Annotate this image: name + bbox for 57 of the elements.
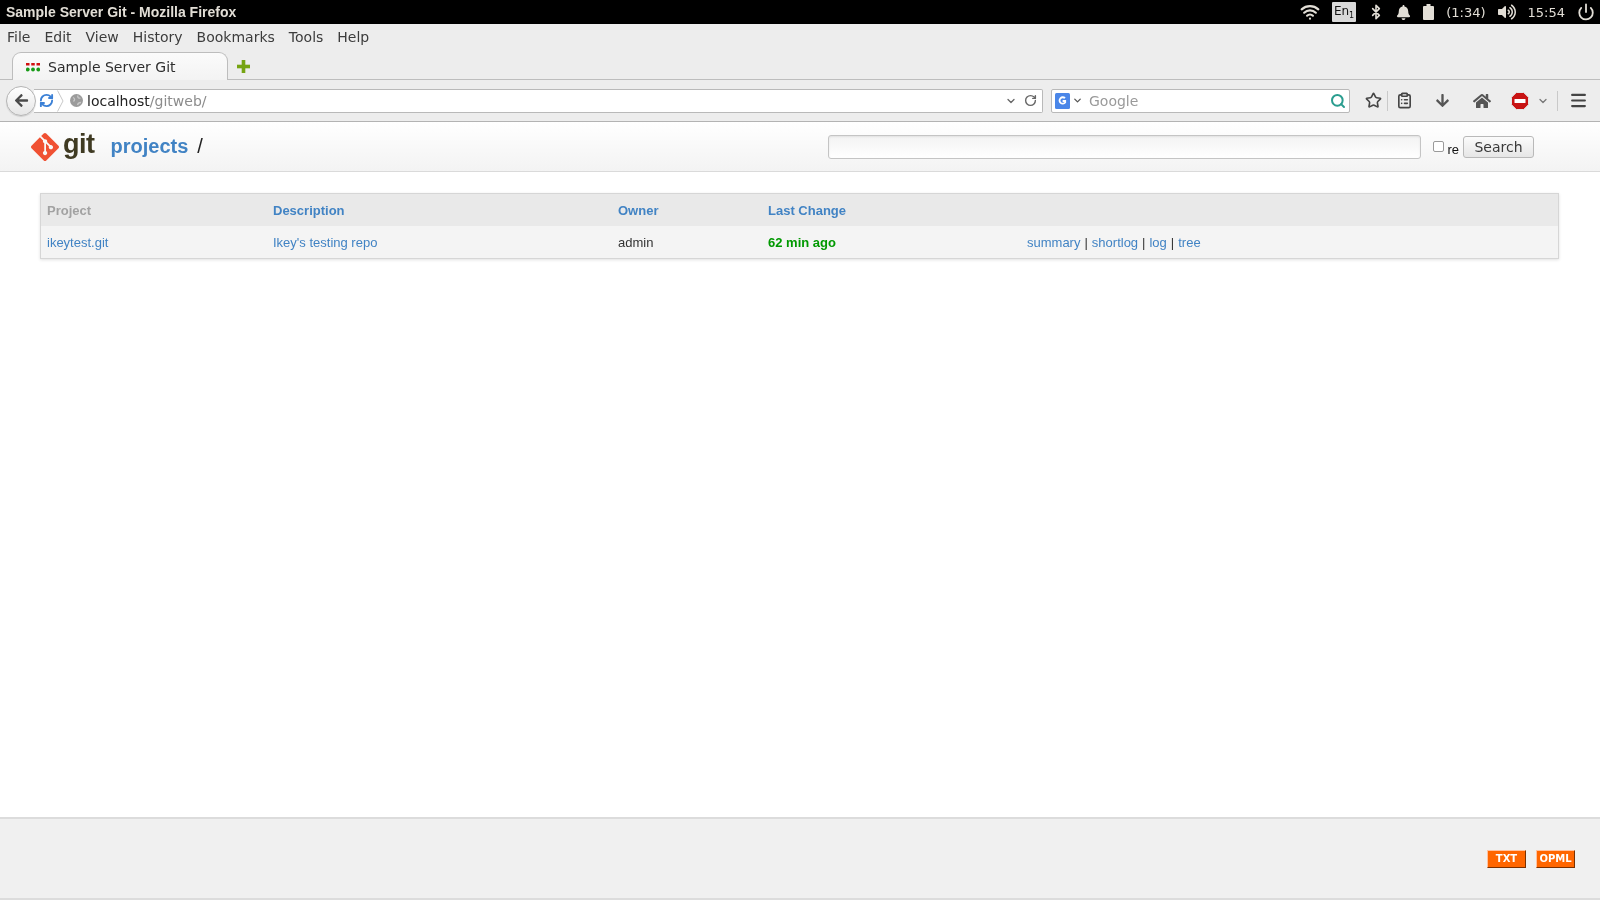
action-link[interactable]: tree xyxy=(1178,234,1201,250)
download-icon[interactable] xyxy=(1435,93,1450,108)
git-logo-icon[interactable] xyxy=(31,132,59,161)
volume-icon[interactable] xyxy=(1497,3,1516,21)
column-header: Project xyxy=(47,202,92,218)
browser-tab[interactable]: Sample Server Git xyxy=(12,52,228,80)
menu-item[interactable]: Edit xyxy=(44,29,72,45)
favicon-icon xyxy=(26,61,40,72)
menu-item[interactable]: Bookmarks xyxy=(196,29,275,45)
owner-cell: admin xyxy=(618,234,654,250)
window-title: Sample Server Git - Mozilla Firefox xyxy=(6,4,237,20)
dropdown-chevron-icon[interactable] xyxy=(1072,95,1083,106)
search-input[interactable] xyxy=(828,134,1422,159)
bell-icon[interactable] xyxy=(1396,4,1412,20)
tab-title: Sample Server Git xyxy=(48,58,176,75)
stop-sign-icon[interactable] xyxy=(1511,91,1529,110)
last-change-cell: 62 min ago xyxy=(768,234,836,250)
path-separator: / xyxy=(197,135,203,158)
checkbox-label: re xyxy=(1447,141,1459,157)
project-link[interactable]: ikeytest.git xyxy=(47,234,109,250)
link-separator: | xyxy=(1084,234,1088,250)
battery-time: (1:34) xyxy=(1446,4,1486,20)
web-search-field[interactable]: Google xyxy=(1051,88,1350,113)
reload-icon[interactable] xyxy=(1024,94,1037,107)
link-separator: | xyxy=(1142,234,1146,250)
clock[interactable]: 15:54 xyxy=(1527,4,1565,20)
menu-item[interactable]: View xyxy=(85,29,119,45)
checkbox[interactable] xyxy=(1433,141,1445,152)
search-icon[interactable] xyxy=(1330,92,1346,109)
back-button[interactable] xyxy=(6,85,36,116)
action-link[interactable]: log xyxy=(1149,234,1167,250)
sync-icon[interactable] xyxy=(39,93,54,108)
battery-icon[interactable] xyxy=(1423,4,1435,20)
home-icon[interactable] xyxy=(1473,91,1491,110)
keyboard-layout-indicator[interactable]: En$_{1}$ xyxy=(1331,2,1357,22)
logo-text: git xyxy=(63,131,95,158)
action-link[interactable]: shortlog xyxy=(1091,234,1139,250)
menu-item[interactable]: History xyxy=(132,29,183,45)
back-arrow-icon xyxy=(13,93,29,108)
clipboard-icon[interactable] xyxy=(1396,92,1413,109)
menu-item[interactable]: File xyxy=(7,29,31,45)
new-tab-icon[interactable] xyxy=(237,59,250,73)
url-field[interactable]: localhost/gitweb/ xyxy=(34,88,1043,113)
projects-link[interactable]: projects xyxy=(110,135,189,158)
link-separator: | xyxy=(1170,234,1175,250)
search-button[interactable]: Search xyxy=(1463,135,1534,158)
action-link[interactable]: summary xyxy=(1027,234,1081,250)
power-icon[interactable] xyxy=(1577,3,1595,21)
globe-icon[interactable] xyxy=(70,94,83,107)
chevron-icon xyxy=(57,89,64,112)
menu-item[interactable]: Tools xyxy=(288,29,324,45)
wifi-icon[interactable] xyxy=(1299,2,1320,22)
menu-icon[interactable] xyxy=(1569,91,1588,110)
star-icon[interactable] xyxy=(1365,92,1382,109)
repo-summary-link[interactable]: Ikey's testing repo xyxy=(273,234,378,250)
menu-item[interactable]: Help xyxy=(337,29,370,45)
url-text: localhost/gitweb/ xyxy=(87,92,207,109)
